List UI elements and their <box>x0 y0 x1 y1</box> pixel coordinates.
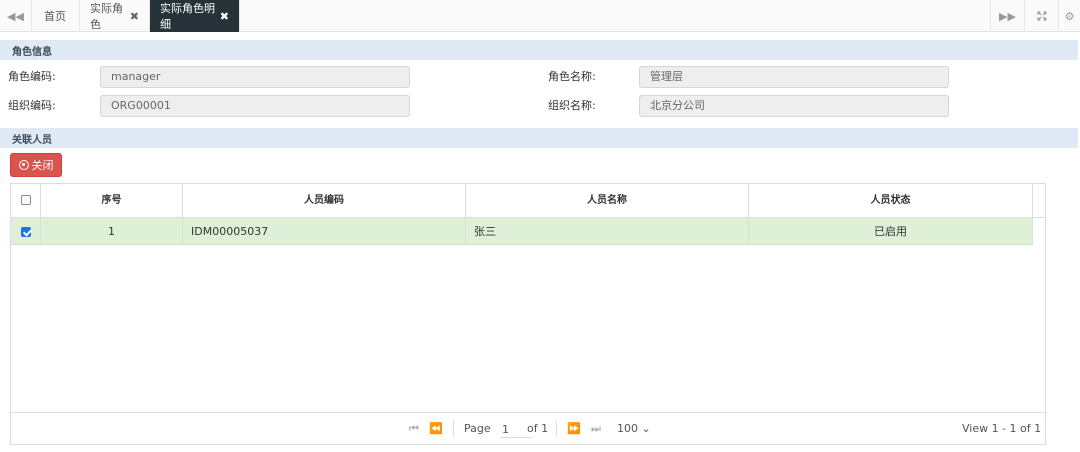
close-icon[interactable]: ✖ <box>130 10 139 23</box>
select-all-cell <box>11 184 41 218</box>
pager: ⏮ ⏪ Page of 1 ⏩ ⏭ 100 ⌄ View 1 - 1 of 1 <box>11 412 1045 444</box>
next-page-icon[interactable]: ⏩ <box>567 413 581 445</box>
first-page-icon[interactable]: ⏮ <box>409 413 419 445</box>
select-all-checkbox[interactable] <box>20 195 31 205</box>
view-record-count: View 1 - 1 of 1 <box>962 422 1042 435</box>
double-left-arrow-icon: ◀◀ <box>7 9 24 23</box>
close-circle-icon <box>18 160 29 170</box>
settings-button[interactable]: ⚙ <box>1058 0 1080 32</box>
related-persons-header: 关联人员 <box>0 128 1078 148</box>
expand-icon <box>1036 11 1047 21</box>
fullscreen-button[interactable] <box>1024 0 1058 32</box>
role-code-label: 角色编码: <box>8 70 56 83</box>
role-name-field[interactable]: 管理层 <box>639 66 949 88</box>
pager-separator <box>556 421 557 437</box>
row-person-name: 张三 <box>466 218 749 245</box>
row-person-status: 已启用 <box>749 218 1033 245</box>
tab-actual-role[interactable]: 实际角色 ✖ <box>80 0 150 32</box>
column-header-code[interactable]: 人员编码 <box>183 184 466 218</box>
org-code-field[interactable]: ORG00001 <box>100 95 410 117</box>
table-row[interactable]: 1 IDM00005037 张三 已启用 <box>11 218 1033 245</box>
page-size-select[interactable]: 100 ⌄ <box>617 413 651 445</box>
double-right-arrow-icon: ▶▶ <box>999 9 1016 23</box>
chevron-down-icon: ⌄ <box>641 422 651 435</box>
row-person-code: IDM00005037 <box>183 218 466 245</box>
pager-separator <box>453 421 454 437</box>
row-index: 1 <box>41 218 183 245</box>
scroll-tabs-left-button[interactable]: ◀◀ <box>0 0 32 32</box>
close-button[interactable]: 关闭 <box>10 153 62 177</box>
persons-grid: 序号 人员编码 人员名称 人员状态 1 IDM00005037 张三 已启用 ⏮… <box>10 183 1046 445</box>
tab-actual-role-detail[interactable]: 实际角色明细 ✖ <box>150 0 240 32</box>
org-name-label: 组织名称: <box>548 99 596 112</box>
role-info-header: 角色信息 <box>0 40 1078 60</box>
last-page-icon[interactable]: ⏭ <box>591 413 601 445</box>
tab-bar: ◀◀ 首页 实际角色 ✖ 实际角色明细 ✖ ▶▶ ⚙ <box>0 0 1080 32</box>
org-name-field[interactable]: 北京分公司 <box>639 95 949 117</box>
close-icon[interactable]: ✖ <box>220 10 229 23</box>
role-code-field[interactable]: manager <box>100 66 410 88</box>
role-name-label: 角色名称: <box>548 70 596 83</box>
prev-page-icon[interactable]: ⏪ <box>429 413 443 445</box>
row-checkbox[interactable] <box>20 227 31 237</box>
org-code-label: 组织编码: <box>8 99 56 112</box>
page-total-label: of 1 <box>527 422 549 435</box>
grid-header: 序号 人员编码 人员名称 人员状态 <box>11 184 1045 218</box>
tab-home[interactable]: 首页 <box>34 0 80 32</box>
column-header-status[interactable]: 人员状态 <box>749 184 1033 218</box>
row-select-cell <box>11 218 41 245</box>
scroll-tabs-right-button[interactable]: ▶▶ <box>990 0 1024 32</box>
page-label: Page <box>464 422 491 435</box>
gear-icon: ⚙ <box>1064 9 1075 23</box>
column-header-name[interactable]: 人员名称 <box>466 184 749 218</box>
column-header-index[interactable]: 序号 <box>41 184 183 218</box>
